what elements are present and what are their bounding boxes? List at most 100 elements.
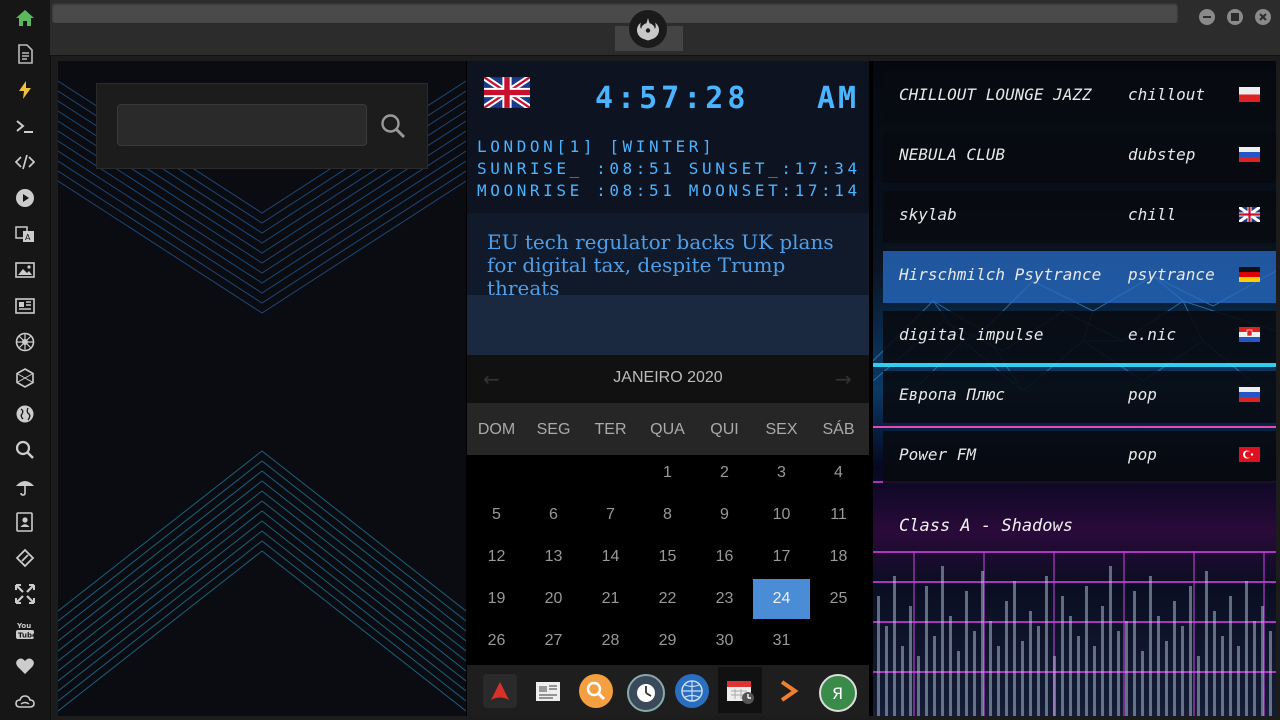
station-row[interactable]: digital impulse e.nic	[883, 311, 1276, 363]
sidebar-item-youtube[interactable]: You Tube	[13, 618, 37, 642]
sidebar-item-cloud[interactable]	[13, 690, 37, 714]
calendar-day[interactable]: 5	[468, 495, 525, 535]
station-genre: pop	[1128, 385, 1157, 404]
sidebar-item-translate[interactable]: A	[13, 222, 37, 246]
station-row[interactable]: NEBULA CLUB dubstep	[883, 131, 1276, 183]
calendar-day[interactable]: 11	[810, 495, 867, 535]
sidebar-item-empire[interactable]	[13, 330, 37, 354]
sidebar-item-play[interactable]	[13, 186, 37, 210]
sidebar-item-hexagon[interactable]	[13, 366, 37, 390]
calendar-day[interactable]: 21	[582, 579, 639, 619]
web-icon[interactable]	[675, 674, 709, 708]
calendar-day[interactable]: 6	[525, 495, 582, 535]
sidebar-item-home[interactable]	[13, 6, 37, 30]
sidebar-item-expand[interactable]	[13, 582, 37, 606]
sidebar-item-umbrella[interactable]	[13, 474, 37, 498]
calendar-icon[interactable]	[718, 667, 762, 713]
calendar-day[interactable]: 7	[582, 495, 639, 535]
address-bar[interactable]	[52, 3, 1178, 23]
play-arrow-icon[interactable]	[771, 674, 805, 708]
calendar-day[interactable]: 19	[468, 579, 525, 619]
station-row[interactable]: Европа Плюс pop	[883, 371, 1276, 423]
visualizer-bar	[949, 616, 952, 716]
calendar-day[interactable]: 30	[696, 621, 753, 661]
next-month-button[interactable]: →	[835, 367, 852, 391]
calendar-day[interactable]: 27	[525, 621, 582, 661]
sidebar-item-lightning[interactable]	[13, 78, 37, 102]
sidebar: A You Tube	[0, 0, 51, 720]
calendar-day[interactable]: 2	[696, 453, 753, 493]
calendar-day[interactable]: 29	[639, 621, 696, 661]
news-headline[interactable]: EU tech regulator backs UK plans for dig…	[487, 231, 857, 300]
calendar-day[interactable]: 16	[696, 537, 753, 577]
calendar-day[interactable]: 18	[810, 537, 867, 577]
calendar-day[interactable]: 24	[753, 579, 810, 619]
minimize-button[interactable]	[1199, 9, 1215, 25]
calendar-day[interactable]: 23	[696, 579, 753, 619]
sidebar-item-link[interactable]	[13, 546, 37, 570]
station-row[interactable]: Power FM pop	[883, 431, 1276, 483]
clock-time: 4:57:28	[595, 81, 750, 116]
sidebar-item-news[interactable]	[13, 294, 37, 318]
visualizer-bar	[1061, 596, 1064, 716]
visualizer-bar	[1205, 571, 1208, 716]
svg-text:A: A	[25, 233, 31, 242]
visualizer-bar	[1253, 621, 1256, 716]
calendar-day[interactable]: 1	[639, 453, 696, 493]
calendar-day[interactable]: 28	[582, 621, 639, 661]
station-genre: chillout	[1128, 85, 1206, 104]
visualizer-bar	[1221, 636, 1224, 716]
calendar-day	[525, 453, 582, 493]
search-button[interactable]	[377, 110, 409, 142]
station-row[interactable]: CHILLOUT LOUNGE JAZZ chillout	[883, 71, 1276, 123]
sidebar-item-globe[interactable]	[13, 402, 37, 426]
station-row[interactable]: Hirschmilch Psytrance psytrance	[883, 251, 1276, 303]
calendar-day[interactable]: 15	[639, 537, 696, 577]
station-row[interactable]: skylab chill	[883, 191, 1276, 243]
calendar-day[interactable]: 26	[468, 621, 525, 661]
clock-icon[interactable]	[627, 674, 665, 712]
yandex-icon[interactable]: Я	[819, 674, 857, 712]
calendar-day[interactable]: 25	[810, 579, 867, 619]
close-button[interactable]	[1255, 9, 1271, 25]
calendar-day[interactable]: 13	[525, 537, 582, 577]
contacts-icon	[16, 512, 33, 532]
news-icon[interactable]	[531, 674, 565, 708]
cloud-icon	[15, 695, 35, 708]
maximize-button[interactable]	[1227, 9, 1243, 25]
search-icon[interactable]	[579, 674, 613, 708]
calendar: ← JANEIRO 2020 → DOM SEG TER QUA QUI SEX…	[467, 355, 869, 665]
close-icon	[1259, 13, 1267, 21]
calendar-day[interactable]: 31	[753, 621, 810, 661]
sidebar-item-terminal[interactable]	[13, 114, 37, 138]
calendar-day[interactable]: 9	[696, 495, 753, 535]
sidebar-item-images[interactable]	[13, 258, 37, 282]
sidebar-item-documents[interactable]	[13, 42, 37, 66]
calendar-day[interactable]: 20	[525, 579, 582, 619]
calendar-day[interactable]: 4	[810, 453, 867, 493]
visualizer-bar	[1197, 656, 1200, 716]
weekday-label: SEX	[765, 421, 798, 438]
visualizer-bar	[885, 626, 888, 716]
app-dock: Я	[467, 665, 869, 716]
sidebar-item-contacts[interactable]	[13, 510, 37, 534]
search-input[interactable]	[117, 104, 367, 146]
uk-flag-icon	[1239, 207, 1260, 222]
pl-flag-icon	[1239, 87, 1260, 102]
rebel-alliance-icon	[629, 10, 667, 48]
news-strip	[467, 295, 869, 355]
calendar-day[interactable]: 17	[753, 537, 810, 577]
calendar-day[interactable]: 14	[582, 537, 639, 577]
ru-flag-icon	[1239, 147, 1260, 162]
calendar-day[interactable]: 12	[468, 537, 525, 577]
arch-icon[interactable]	[483, 674, 517, 708]
calendar-day[interactable]: 22	[639, 579, 696, 619]
calendar-day[interactable]: 8	[639, 495, 696, 535]
station-name: Hirschmilch Psytrance	[899, 265, 1102, 284]
news-ticker[interactable]: EU tech regulator backs UK plans for dig…	[467, 213, 869, 300]
sidebar-item-search[interactable]	[13, 438, 37, 462]
calendar-day[interactable]: 10	[753, 495, 810, 535]
sidebar-item-code[interactable]	[13, 150, 37, 174]
calendar-day[interactable]: 3	[753, 453, 810, 493]
sidebar-item-favorites[interactable]	[13, 654, 37, 678]
